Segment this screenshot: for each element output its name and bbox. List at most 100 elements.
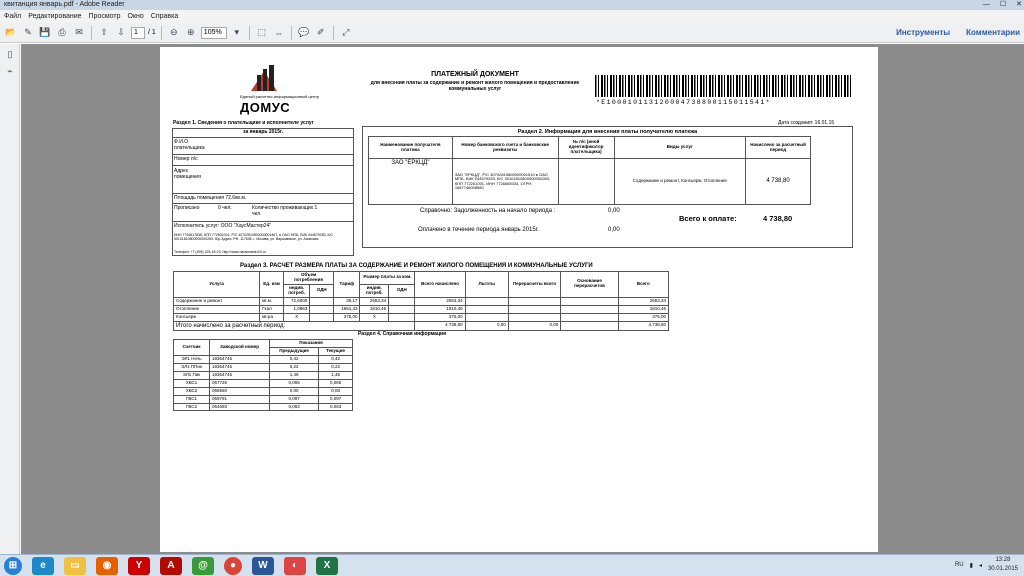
- total-label: Итого начислено за расчетный период:: [172, 320, 416, 332]
- menu-help[interactable]: Справка: [151, 10, 178, 23]
- word-icon[interactable]: W: [252, 556, 274, 575]
- col-volume: Объем потребления: [282, 271, 335, 285]
- paid-value: 0,00: [608, 227, 620, 233]
- menu-window[interactable]: Окно: [128, 10, 144, 23]
- section1-period: за январь 2015г.: [243, 129, 283, 135]
- next-page-icon[interactable]: ⇩: [114, 26, 128, 40]
- executor-details: ИНН 7726617838, КПП 772601001, Р/С 40702…: [174, 233, 334, 242]
- company-subtitle: Единый расчетно-информационный центр: [240, 94, 320, 99]
- window-title: квитанция январь.pdf - Adobe Reader: [4, 1, 125, 8]
- residents-label: Количество проживающих 1 чел.: [252, 205, 318, 217]
- zoom-input[interactable]: 105%: [200, 26, 227, 39]
- system-tray: RU ▮ ◂ 13:28 30.01.2015: [955, 556, 1018, 574]
- account-label: Номер л/с: [174, 156, 198, 162]
- section3-table: Услуга Ед. изм Объем потребления Тариф Р…: [172, 271, 670, 332]
- page-number-input[interactable]: 1: [131, 26, 145, 39]
- table-total-row: Итого начислено за расчетный период: 4 7…: [172, 320, 670, 332]
- accrued-amount: 4 738,80: [745, 158, 811, 205]
- fullscreen-icon[interactable]: ⤢: [339, 26, 353, 40]
- total-due-value: 4 738,80: [763, 214, 793, 223]
- col-vol-ind: индив. потреб.: [282, 283, 311, 298]
- highlight-icon[interactable]: ✐: [314, 26, 328, 40]
- fit-width-icon[interactable]: ⇔: [272, 26, 286, 40]
- table-row: ЭЛ1 ППик 18364745 0,22 0,22: [173, 362, 353, 372]
- page-total: / 1: [148, 29, 156, 36]
- table-row: ГВС1 059791 0,097 0,097: [173, 394, 353, 404]
- col-serial: Заводской номер: [209, 339, 270, 356]
- app-icon[interactable]: ◐: [284, 556, 306, 575]
- minimize-icon[interactable]: —: [983, 0, 990, 10]
- chrome-icon[interactable]: ●: [224, 556, 242, 575]
- col-amount: Начислено за расчетный период: [745, 136, 811, 159]
- table-row: ХВС2 056560 0,00 0,00: [173, 386, 353, 396]
- excel-icon[interactable]: X: [316, 556, 338, 575]
- save-icon[interactable]: 💾: [38, 26, 52, 40]
- maximize-icon[interactable]: ☐: [1000, 0, 1006, 10]
- menu-view[interactable]: Просмотр: [89, 10, 121, 23]
- company-name: ДОМУС: [240, 100, 291, 115]
- col-pay-odn: ОДН: [388, 283, 416, 298]
- services-list: Содержание и ремонт, Консьерж, Отопление: [613, 158, 747, 205]
- comment-icon[interactable]: 💬: [297, 26, 311, 40]
- pages-icon[interactable]: ▯: [3, 47, 17, 61]
- yandex-icon[interactable]: Y: [128, 556, 150, 575]
- table-row: Отопление Гкал 1,0963 1651,43 1810,46 1810,46…: [172, 304, 670, 314]
- toolbar: 📂 ✎ 💾 ⎙ ✉ ⇧ ⇩ 1 / 1 ⊖ ⊕ 105% ▾ ⬚ ⇔ 💬 ✐ ⤢…: [0, 23, 1024, 43]
- bank-details: ЗАО "ЕРКЦД", Р/С 40702810800000001510 в …: [451, 158, 559, 205]
- registered-value: 0 чел.: [218, 205, 232, 211]
- fit-page-icon[interactable]: ⬚: [255, 26, 269, 40]
- section1-title: Раздел 1. Сведения о плательщике и испол…: [173, 120, 314, 126]
- table-row: ЭЛ1 Пик 18364745 1,46 1,46: [173, 370, 353, 380]
- col-pay-ind: индив. потреб.: [359, 283, 390, 298]
- start-button[interactable]: ⊞: [4, 556, 22, 575]
- payer-name-label: Ф.И.О. плательщика: [174, 139, 205, 151]
- close-icon[interactable]: ✕: [1016, 0, 1022, 10]
- comments-pane-button[interactable]: Комментарии: [966, 26, 1020, 40]
- ie-icon[interactable]: e: [32, 556, 54, 575]
- taskbar: ⊞ e ▭ ◉ Y A @ ● W ◐ X RU ▮ ◂ 13:28 30.01…: [0, 554, 1024, 576]
- chevron-down-icon[interactable]: ▾: [230, 26, 244, 40]
- menu-edit[interactable]: Редактирование: [28, 10, 81, 23]
- zoom-out-icon[interactable]: ⊖: [167, 26, 181, 40]
- col-benefits: Льготы: [464, 271, 509, 298]
- document-title: ПЛАТЕЖНЫЙ ДОКУМЕНТ: [431, 71, 519, 78]
- total-due-label: Всего к оплате:: [679, 214, 737, 223]
- col-account: № л/с (иной идентификатор плательщика): [557, 136, 615, 159]
- zoom-in-icon[interactable]: ⊕: [184, 26, 198, 40]
- firefox-icon[interactable]: ◉: [96, 556, 118, 575]
- barcode: [595, 75, 851, 97]
- registered-label: Прописано: [174, 205, 200, 211]
- language-indicator[interactable]: RU: [955, 562, 964, 568]
- executor-label: Исполнитель услуг: ООО "ХаусМастер24": [174, 223, 272, 229]
- clock-date: 30.01.2015: [987, 566, 1018, 572]
- create-icon[interactable]: ✎: [21, 26, 35, 40]
- clock[interactable]: 13:28 30.01.2015: [988, 556, 1018, 574]
- email-icon[interactable]: ✉: [72, 26, 86, 40]
- col-meter: Счетчик: [173, 339, 210, 356]
- open-icon[interactable]: 📂: [4, 26, 18, 40]
- attachment-icon[interactable]: ⌁: [3, 64, 17, 78]
- total-sum: 4,738,80: [617, 320, 670, 332]
- section4-table: Счетчик Заводской номер Показания Предыд…: [173, 339, 353, 412]
- clock-time: 13:28: [995, 557, 1011, 563]
- volume-icon[interactable]: ◂: [979, 562, 982, 569]
- paid-label: Оплачено в течение периода январь 2015г.: [418, 227, 539, 233]
- explorer-icon[interactable]: ▭: [64, 556, 86, 575]
- menu-bar: Файл Редактирование Просмотр Окно Справк…: [0, 10, 1024, 23]
- col-bank: Номер банковского счета и банковские рек…: [451, 136, 559, 159]
- menu-file[interactable]: Файл: [4, 10, 21, 23]
- print-icon[interactable]: ⎙: [55, 26, 69, 40]
- address-label: Адрес помещения: [174, 168, 201, 180]
- network-icon[interactable]: ▮: [970, 562, 973, 569]
- document-subtitle: для внесения платы за содержание и ремон…: [370, 80, 580, 92]
- prev-page-icon[interactable]: ⇧: [97, 26, 111, 40]
- table-row: ХВС1 057726 0,065 0,065: [173, 378, 353, 388]
- company-logo: [251, 65, 277, 91]
- table-row: Консьерж кв-ра Х 375,00 Х 375,00 375,00: [172, 312, 670, 322]
- separator: [290, 25, 292, 40]
- adobe-reader-icon[interactable]: A: [160, 556, 182, 575]
- tools-pane-button[interactable]: Инструменты: [896, 26, 950, 40]
- col-prev: Предыдущие: [268, 346, 320, 356]
- mail-agent-icon[interactable]: @: [192, 556, 214, 575]
- pdf-page: Единый расчетно-информационный центр ДОМ…: [160, 47, 878, 552]
